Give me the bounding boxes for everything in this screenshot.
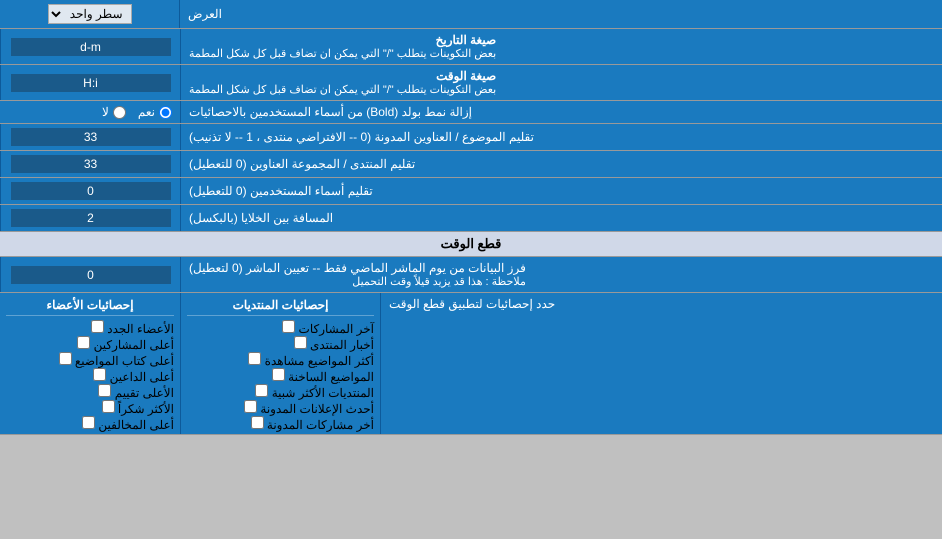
cutoff-row: فرز البيانات من يوم الماشر الماضي فقط --… (0, 257, 942, 293)
topic-order-input[interactable] (11, 128, 171, 146)
members-stats-title: إحصائيات الأعضاء (6, 295, 174, 316)
checkbox-members-6[interactable] (102, 400, 115, 413)
checkbox-posts-4[interactable] (272, 368, 285, 381)
stat-members-2: أعلى المشاركين (6, 336, 174, 352)
posts-stats-col: إحصائيات المنتديات آخر المشاركات أخبار ا… (180, 293, 380, 434)
checkbox-posts-6[interactable] (244, 400, 257, 413)
checkbox-posts-3[interactable] (248, 352, 261, 365)
checkbox-members-7[interactable] (82, 416, 95, 429)
stat-members-4: أعلى الداعين (6, 368, 174, 384)
stat-members-7: أعلى المخالفين (6, 416, 174, 432)
date-format-input-cell (0, 29, 180, 64)
forum-order-label: تقليم المنتدى / المجموعة العناوين (0 للت… (180, 151, 942, 177)
stat-posts-4: المواضيع الساخنة (187, 368, 374, 384)
time-format-title: صيغة الوقت (189, 69, 496, 83)
cutoff-section-header: قطع الوقت (0, 232, 942, 257)
checkbox-members-3[interactable] (59, 352, 72, 365)
bold-label-text: إزالة نمط بولد (Bold) من أسماء المستخدمي… (189, 105, 472, 119)
cell-spacing-label: المسافة بين الخلايا (بالبكسل) (180, 205, 942, 231)
forum-order-label-text: تقليم المنتدى / المجموعة العناوين (0 للت… (189, 157, 415, 171)
stat-members-6: الأكثر شكراً (6, 400, 174, 416)
checkbox-members-4[interactable] (93, 368, 106, 381)
cell-spacing-row: المسافة بين الخلايا (بالبكسل) (0, 205, 942, 232)
date-format-row: صيغة التاريخ بعض التكوينات يتطلب "/" الت… (0, 29, 942, 65)
topic-order-row: تقليم الموضوع / العناوين المدونة (0 -- ا… (0, 124, 942, 151)
time-format-label: صيغة الوقت بعض التكوينات يتطلب "/" التي … (180, 65, 942, 100)
members-stats-col: إحصائيات الأعضاء الأعضاء الجدد أعلى المش… (0, 293, 180, 434)
bold-label: إزالة نمط بولد (Bold) من أسماء المستخدمي… (180, 101, 942, 123)
date-format-input[interactable] (11, 38, 171, 56)
display-dropdown[interactable]: سطر واحد سطرين ثلاثة أسطر (48, 4, 132, 24)
top-header-row: العرض سطر واحد سطرين ثلاثة أسطر (0, 0, 942, 29)
stat-members-1: الأعضاء الجدد (6, 320, 174, 336)
usernames-trim-input[interactable] (11, 182, 171, 200)
checkbox-members-5[interactable] (98, 384, 111, 397)
stats-section: حدد إحصائيات لتطبيق قطع الوقت إحصائيات ا… (0, 293, 942, 435)
bold-radio-yes[interactable]: نعم (138, 105, 172, 119)
stat-posts-2: أخبار المنتدى (187, 336, 374, 352)
stat-posts-3: أكثر المواضيع مشاهدة (187, 352, 374, 368)
checkbox-members-1[interactable] (91, 320, 104, 333)
cell-spacing-input[interactable] (11, 209, 171, 227)
checkbox-posts-7[interactable] (251, 416, 264, 429)
time-format-input-cell (0, 65, 180, 100)
checkbox-members-2[interactable] (77, 336, 90, 349)
stat-posts-7: أخر مشاركات المدونة (187, 416, 374, 432)
display-label-text: العرض (188, 7, 222, 21)
cutoff-label: فرز البيانات من يوم الماشر الماضي فقط --… (180, 257, 942, 292)
posts-stats-title: إحصائيات المنتديات (187, 295, 374, 316)
cutoff-main-label: فرز البيانات من يوم الماشر الماضي فقط --… (189, 261, 526, 275)
checkbox-posts-1[interactable] (282, 320, 295, 333)
limit-label-text: حدد إحصائيات لتطبيق قطع الوقت (389, 297, 555, 311)
stat-members-5: الأعلى تقييم (6, 384, 174, 400)
usernames-trim-label: تقليم أسماء المستخدمين (0 للتعطيل) (180, 178, 942, 204)
cutoff-section-title: قطع الوقت (441, 236, 502, 251)
stat-posts-6: أحدث الإعلانات المدونة (187, 400, 374, 416)
display-label: العرض (180, 0, 942, 28)
stats-grid: حدد إحصائيات لتطبيق قطع الوقت إحصائيات ا… (0, 293, 942, 434)
cutoff-input-cell (0, 257, 180, 292)
date-format-title: صيغة التاريخ (189, 33, 496, 47)
usernames-trim-row: تقليم أسماء المستخدمين (0 للتعطيل) (0, 178, 942, 205)
main-container: العرض سطر واحد سطرين ثلاثة أسطر صيغة الت… (0, 0, 942, 435)
checkbox-posts-5[interactable] (255, 384, 268, 397)
usernames-trim-label-text: تقليم أسماء المستخدمين (0 للتعطيل) (189, 184, 373, 198)
stat-posts-1: آخر المشاركات (187, 320, 374, 336)
cell-spacing-input-cell (0, 205, 180, 231)
checkbox-posts-2[interactable] (294, 336, 307, 349)
usernames-trim-input-cell (0, 178, 180, 204)
topic-order-label: تقليم الموضوع / العناوين المدونة (0 -- ا… (180, 124, 942, 150)
cutoff-note: ملاحظة : هذا قد يزيد قيلاً وقت التحميل (189, 275, 526, 288)
stat-members-3: أعلى كتاب المواضيع (6, 352, 174, 368)
bold-radio-cell: نعم لا (0, 101, 180, 123)
date-format-sublabel: بعض التكوينات يتطلب "/" التي يمكن ان تضا… (189, 47, 496, 60)
date-format-label: صيغة التاريخ بعض التكوينات يتطلب "/" الت… (180, 29, 942, 64)
time-format-row: صيغة الوقت بعض التكوينات يتطلب "/" التي … (0, 65, 942, 101)
topic-order-input-cell (0, 124, 180, 150)
stat-posts-5: المنتديات الأكثر شبية (187, 384, 374, 400)
display-select-cell: سطر واحد سطرين ثلاثة أسطر (0, 0, 180, 28)
forum-order-input[interactable] (11, 155, 171, 173)
bold-row: إزالة نمط بولد (Bold) من أسماء المستخدمي… (0, 101, 942, 124)
time-format-input[interactable] (11, 74, 171, 92)
time-format-sublabel: بعض التكوينات يتطلب "/" التي يمكن ان تضا… (189, 83, 496, 96)
forum-order-input-cell (0, 151, 180, 177)
limit-label-col: حدد إحصائيات لتطبيق قطع الوقت (380, 293, 942, 434)
topic-order-label-text: تقليم الموضوع / العناوين المدونة (0 -- ا… (189, 130, 534, 144)
cutoff-input[interactable] (11, 266, 171, 284)
forum-order-row: تقليم المنتدى / المجموعة العناوين (0 للت… (0, 151, 942, 178)
cell-spacing-label-text: المسافة بين الخلايا (بالبكسل) (189, 211, 333, 225)
bold-radio-no[interactable]: لا (102, 105, 126, 119)
